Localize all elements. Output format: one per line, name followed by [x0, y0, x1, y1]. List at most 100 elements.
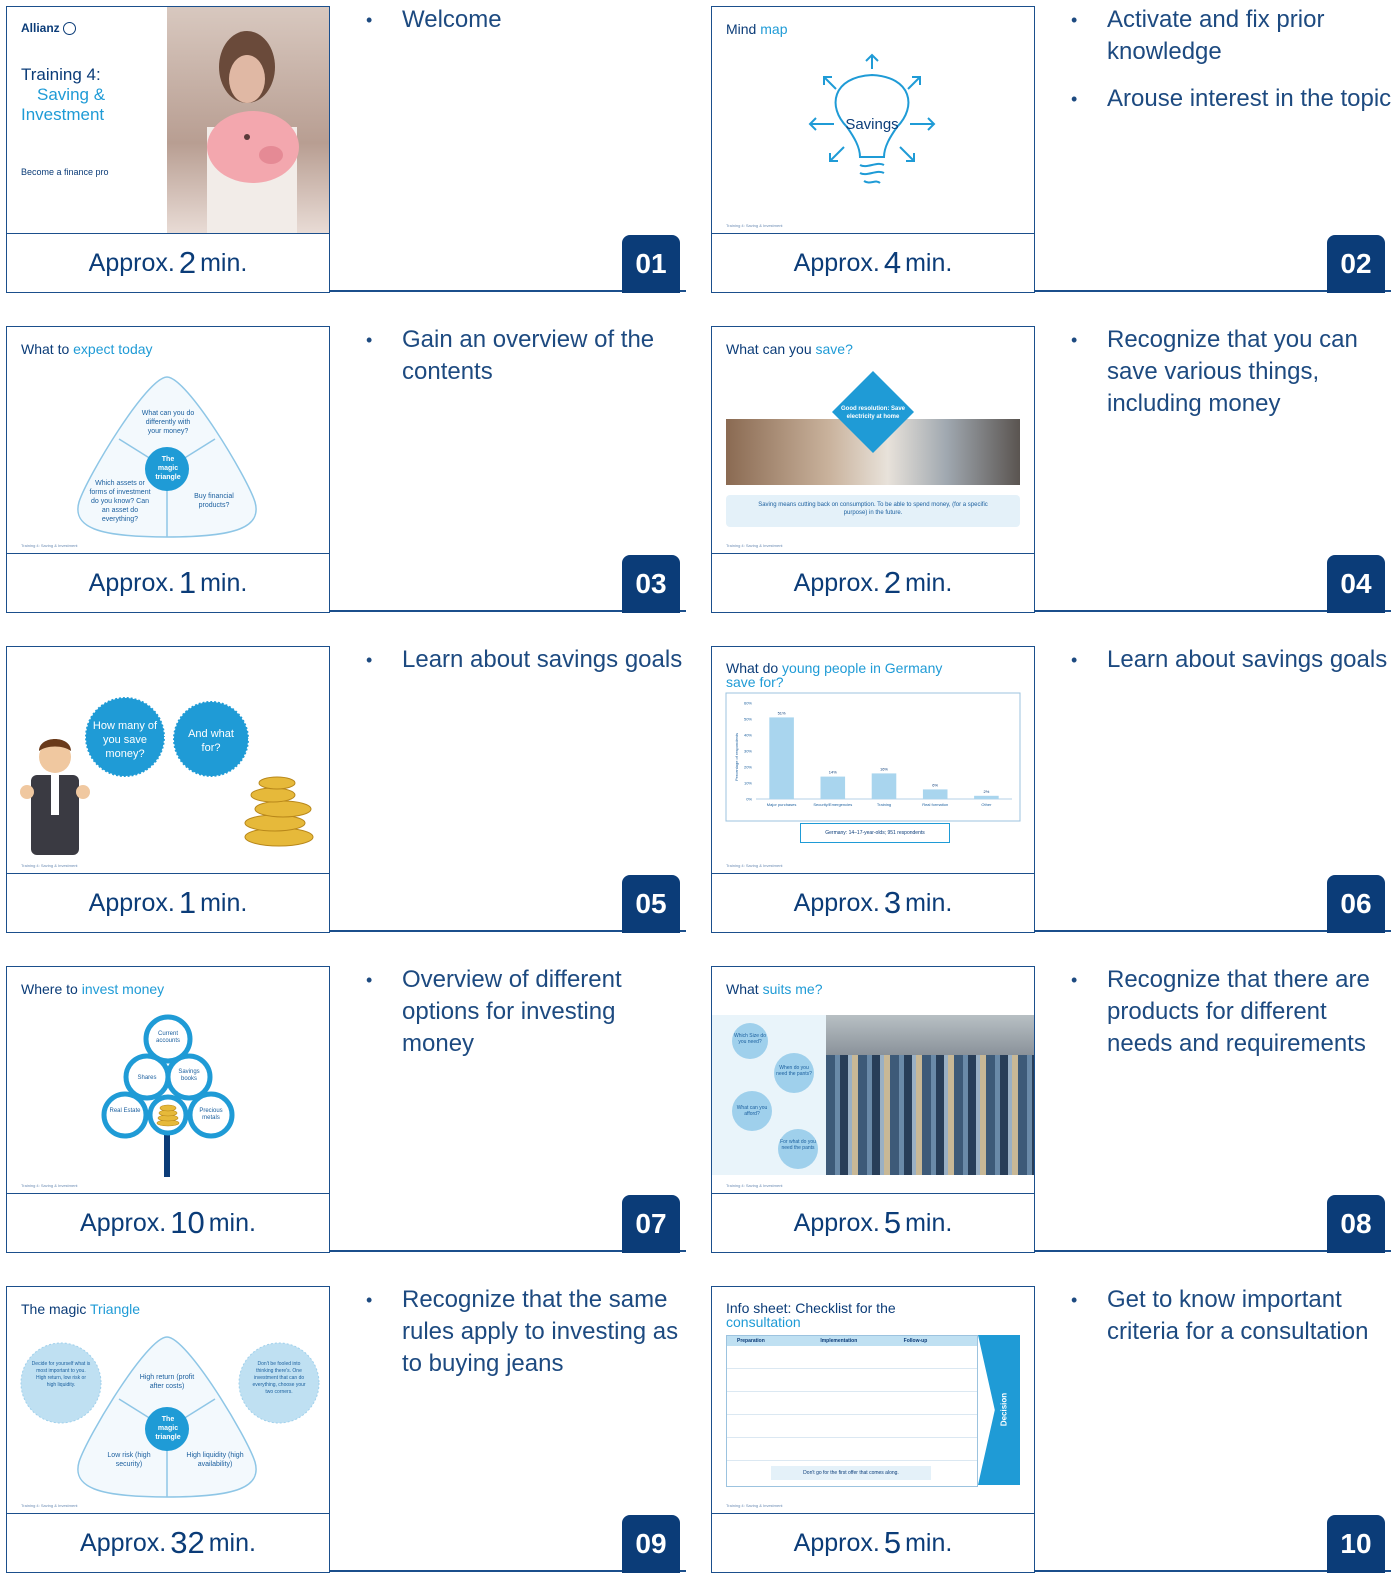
column-preparation: Preparation	[737, 1338, 765, 1344]
person-and-coins-illustration	[20, 696, 314, 855]
slide-thumbnail[interactable]: What can you save? Good resolution: Save…	[711, 326, 1035, 554]
slide-card-09[interactable]: The magic Triangle High return (profit a…	[6, 1284, 688, 1576]
column-implementation: Implementation	[820, 1338, 858, 1344]
slide-number-badge: 09	[622, 1515, 680, 1573]
objective-item: Learn about savings goals	[366, 644, 688, 676]
question-what-for: For what do you need the pants	[780, 1139, 816, 1151]
slide-footer: Training 4: Saving & Investment	[21, 1183, 78, 1188]
slide-tagline: Become a finance pro	[21, 167, 109, 177]
objective-list: Get to know important criteria for a con…	[1063, 1284, 1393, 1363]
column-follow-up: Follow-up	[903, 1338, 928, 1344]
slide-number-badge: 02	[1327, 235, 1385, 293]
x-category-label: Security/Emergencies	[813, 802, 852, 807]
piggy-bank-photo	[167, 7, 329, 234]
investment-tree-diagram	[101, 1014, 235, 1177]
duration-box: Approx. 32 min.	[6, 1513, 330, 1573]
node-precious-metals: Precious metals	[199, 1108, 223, 1121]
slide-thumbnail[interactable]: Mind map Savings Training 4: Saving & In…	[711, 6, 1035, 234]
question-blobs	[732, 1023, 818, 1169]
triangle-center-label: The magic triangle	[155, 456, 181, 481]
chart-bar	[820, 776, 846, 799]
bar-value-label: 16%	[880, 766, 888, 771]
duration-box: Approx. 5 min.	[711, 1513, 1035, 1573]
duration-box: Approx. 2 min.	[711, 553, 1035, 613]
slide-thumbnail[interactable]: Where to invest money Current accounts S…	[6, 966, 330, 1194]
objective-list: Recognize that the same rules apply to i…	[358, 1284, 688, 1395]
advice-bubble-left: Decide for yourself what is most importa…	[31, 1361, 91, 1388]
slide-thumbnail[interactable]: What suits me? Which Size do you need? W…	[711, 966, 1035, 1194]
slide-number-badge: 03	[622, 555, 680, 613]
slide-thumbnail[interactable]: Info sheet: Checklist for the consultatio…	[711, 1286, 1035, 1514]
slide-footer: Training 4: Saving & Investment	[726, 223, 783, 228]
slide-footer: Training 4: Saving & Investment	[726, 543, 783, 548]
duration-box: Approx. 3 min.	[711, 873, 1035, 933]
chart-bar	[871, 773, 897, 799]
checklist-table: Preparation Implementation Follow-up Don…	[726, 1335, 978, 1487]
triangle-right-label: Buy financial products?	[194, 493, 234, 509]
x-category-label: Real formation	[922, 802, 948, 807]
slide-footer: Training 4: Saving & Investment	[21, 863, 78, 868]
slide-card-02[interactable]: Mind map Savings Training 4: Saving & In…	[711, 4, 1393, 296]
lightbulb-mind-map-icon: Savings	[808, 53, 936, 184]
slide-thumbnail[interactable]: What to expect today What can you do dif…	[6, 326, 330, 554]
slide-card-01[interactable]: Allianz Training 4: Saving & Investment …	[6, 4, 688, 296]
objective-item: Overview of different options for invest…	[366, 964, 688, 1060]
objective-item: Arouse interest in the topic	[1071, 83, 1393, 115]
triangle-center-label: The magic triangle	[155, 1416, 181, 1441]
slide-thumbnail[interactable]: The magic Triangle High return (profit a…	[6, 1286, 330, 1514]
y-tick-label: 60%	[744, 701, 752, 706]
slide-card-07[interactable]: Where to invest money Current accounts S…	[6, 964, 688, 1256]
speech-bubble-how-many: How many of you save money?	[92, 720, 158, 760]
slide-number-badge: 06	[1327, 875, 1385, 933]
slide-number-badge: 01	[622, 235, 680, 293]
x-category-label: Major purchases	[767, 802, 797, 807]
slide-number-badge: 08	[1327, 1195, 1385, 1253]
duration-box: Approx. 1 min.	[6, 553, 330, 613]
slide-card-04[interactable]: What can you save? Good resolution: Save…	[711, 324, 1393, 616]
brand-logo: Allianz	[21, 21, 77, 36]
objective-item: Get to know important criteria for a con…	[1071, 1284, 1393, 1348]
slide-footer: Training 4: Saving & Investment	[726, 1503, 783, 1508]
y-tick-label: 0%	[746, 797, 752, 802]
objective-list: Gain an overview of the contents	[358, 324, 688, 403]
objective-list: Learn about savings goals	[358, 644, 688, 691]
slide-card-05[interactable]: How many of you save money? And what for…	[6, 644, 688, 936]
objective-item: Welcome	[366, 4, 688, 36]
slide-title: What can you save?	[726, 341, 853, 357]
slide-card-06[interactable]: What do young people in Germany save for?…	[711, 644, 1391, 936]
caption-box: Saving means cutting back on consumption…	[726, 495, 1020, 527]
objective-list: Overview of different options for invest…	[358, 964, 688, 1075]
triangle-top-label: High return (profit after costs)	[139, 1374, 195, 1390]
objective-item: Recognize that you can save various thin…	[1071, 324, 1393, 420]
speech-bubble-what-for: And what for?	[188, 728, 234, 754]
duration-box: Approx. 10 min.	[6, 1193, 330, 1253]
bar-value-label: 51%	[778, 710, 786, 715]
x-category-label: Other	[981, 802, 992, 807]
objective-item: Activate and fix prior knowledge	[1071, 4, 1393, 68]
slide-card-03[interactable]: What to expect today What can you do dif…	[6, 324, 688, 616]
y-tick-label: 10%	[744, 781, 752, 786]
bar-value-label: 6%	[932, 782, 938, 787]
diamond-label: Good resolution: Save electricity at hom…	[840, 406, 905, 420]
triangle-left-label: Which assets or forms of investment do y…	[89, 480, 151, 523]
triangle-diagram	[77, 376, 257, 538]
objective-list: Recognize that you can save various thin…	[1063, 324, 1393, 435]
slide-card-10[interactable]: Info sheet: Checklist for the consultatio…	[711, 1284, 1393, 1576]
y-tick-label: 30%	[744, 749, 752, 754]
objective-item: Recognize that the same rules apply to i…	[366, 1284, 688, 1380]
objective-list: Welcome	[358, 4, 688, 51]
advice-bubble-right: Don't be fooled into thinking there's. O…	[252, 1361, 306, 1395]
chart-note: Germany: 14–17-year-olds; 951 respondent…	[800, 823, 950, 843]
bar-value-label: 14%	[829, 770, 837, 775]
slide-thumbnail[interactable]: Allianz Training 4: Saving & Investment …	[6, 6, 330, 234]
slide-thumbnail[interactable]: How many of you save money? And what for…	[6, 646, 330, 874]
slide-card-08[interactable]: What suits me? Which Size do you need? W…	[711, 964, 1393, 1256]
slide-thumbnail[interactable]: What do young people in Germany save for?…	[711, 646, 1035, 874]
duration-box: Approx. 5 min.	[711, 1193, 1035, 1253]
node-savings-books: Savings books	[178, 1069, 200, 1082]
objective-item: Recognize that there are products for di…	[1071, 964, 1393, 1060]
slide-footer: Training 4: Saving & Investment	[726, 863, 783, 868]
duration-box: Approx. 4 min.	[711, 233, 1035, 293]
slide-title: Training 4: Saving & Investment	[21, 65, 106, 124]
node-shares: Shares	[137, 1075, 157, 1081]
